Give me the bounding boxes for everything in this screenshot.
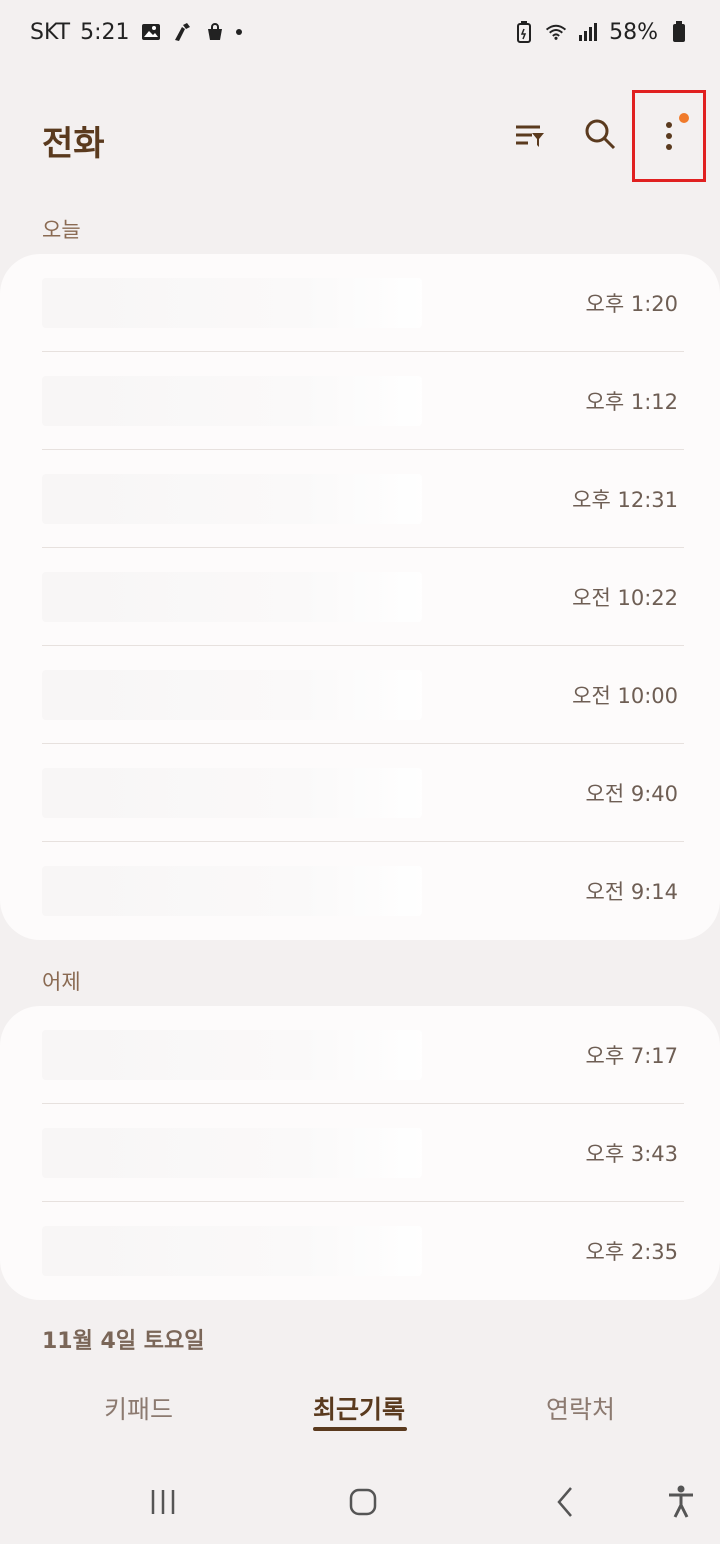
section-label-yesterday: 어제 xyxy=(42,970,81,994)
shopping-bag-icon xyxy=(204,21,226,43)
call-time: 오후 1:12 xyxy=(585,390,678,414)
tab-contacts[interactable]: 연락처 xyxy=(546,1390,615,1426)
battery-saver-icon xyxy=(513,21,535,43)
call-log-card-yesterday: 오후 7:17 오후 3:43 오후 2:35 xyxy=(0,1006,720,1300)
call-log-row[interactable]: 오전 9:14 xyxy=(42,842,684,940)
recent-apps-button[interactable] xyxy=(138,1480,188,1524)
back-button[interactable] xyxy=(540,1480,590,1524)
clock: 5:21 xyxy=(80,19,130,45)
call-log-row[interactable]: 오후 1:12 xyxy=(42,352,684,450)
tab-keypad[interactable]: 키패드 xyxy=(104,1390,173,1426)
call-log-card-today: 오후 1:20 오후 1:12 오후 12:31 오전 10:22 오전 10:… xyxy=(0,254,720,940)
call-time: 오전 10:00 xyxy=(572,684,678,708)
section-label-today: 오늘 xyxy=(42,218,81,242)
carrier-label: SKT xyxy=(30,19,71,45)
call-log-row[interactable]: 오후 2:35 xyxy=(42,1202,684,1300)
contact-name-redacted xyxy=(42,1128,422,1178)
call-log-row[interactable]: 오전 10:22 xyxy=(42,548,684,646)
call-log-row[interactable]: 오전 9:40 xyxy=(42,744,684,842)
more-options-icon xyxy=(666,122,672,150)
contact-name-redacted xyxy=(42,866,422,916)
contact-name-redacted xyxy=(42,768,422,818)
call-time: 오후 12:31 xyxy=(572,488,678,512)
call-time: 오전 10:22 xyxy=(572,586,678,610)
wifi-icon xyxy=(545,21,567,43)
battery-percent: 58% xyxy=(609,19,658,45)
call-time: 오전 9:40 xyxy=(585,782,678,806)
sketch-icon xyxy=(172,21,194,43)
tab-recents[interactable]: 최근기록 xyxy=(313,1390,405,1426)
call-time: 오전 9:14 xyxy=(585,880,678,904)
contact-name-redacted xyxy=(42,1226,422,1276)
call-log-row[interactable]: 오후 1:20 xyxy=(42,254,684,352)
more-options-button[interactable] xyxy=(632,90,706,182)
status-left: SKT 5:21 xyxy=(30,20,242,45)
contact-name-redacted xyxy=(42,572,422,622)
filter-button[interactable] xyxy=(500,106,560,166)
call-time: 오후 1:20 xyxy=(585,292,678,316)
signal-icon xyxy=(577,21,599,43)
active-tab-indicator xyxy=(313,1427,407,1431)
system-nav-bar xyxy=(0,1460,720,1544)
contact-name-redacted xyxy=(42,1030,422,1080)
accessibility-icon xyxy=(669,1485,693,1518)
home-icon xyxy=(349,1488,377,1516)
contact-name-redacted xyxy=(42,474,422,524)
app-header: 전화 xyxy=(0,90,720,182)
status-right: 58% xyxy=(513,20,690,45)
call-time: 오후 3:43 xyxy=(585,1142,678,1166)
battery-icon xyxy=(668,21,690,43)
contact-name-redacted xyxy=(42,278,422,328)
status-bar: SKT 5:21 58% xyxy=(0,0,720,64)
back-icon xyxy=(557,1487,572,1517)
page-title: 전화 xyxy=(42,124,105,164)
contact-name-redacted xyxy=(42,376,422,426)
image-icon xyxy=(140,21,162,43)
home-button[interactable] xyxy=(338,1480,388,1524)
bottom-tab-bar: 키패드 최근기록 연락처 xyxy=(0,1380,720,1450)
search-icon xyxy=(585,119,616,150)
call-log-row[interactable]: 오후 12:31 xyxy=(42,450,684,548)
contact-name-redacted xyxy=(42,670,422,720)
search-button[interactable] xyxy=(570,104,630,164)
call-log-row[interactable]: 오전 10:00 xyxy=(42,646,684,744)
call-log-row[interactable]: 오후 7:17 xyxy=(42,1006,684,1104)
dot-icon xyxy=(235,29,242,35)
call-time: 오후 2:35 xyxy=(585,1240,678,1264)
call-log-row[interactable]: 오후 3:43 xyxy=(42,1104,684,1202)
notification-dot xyxy=(679,113,689,123)
call-time: 오후 7:17 xyxy=(585,1044,678,1068)
accessibility-button[interactable] xyxy=(656,1480,706,1524)
recent-apps-icon xyxy=(151,1490,175,1514)
filter-icon xyxy=(516,125,544,147)
section-label-date: 11월 4일 토요일 xyxy=(42,1329,205,1354)
